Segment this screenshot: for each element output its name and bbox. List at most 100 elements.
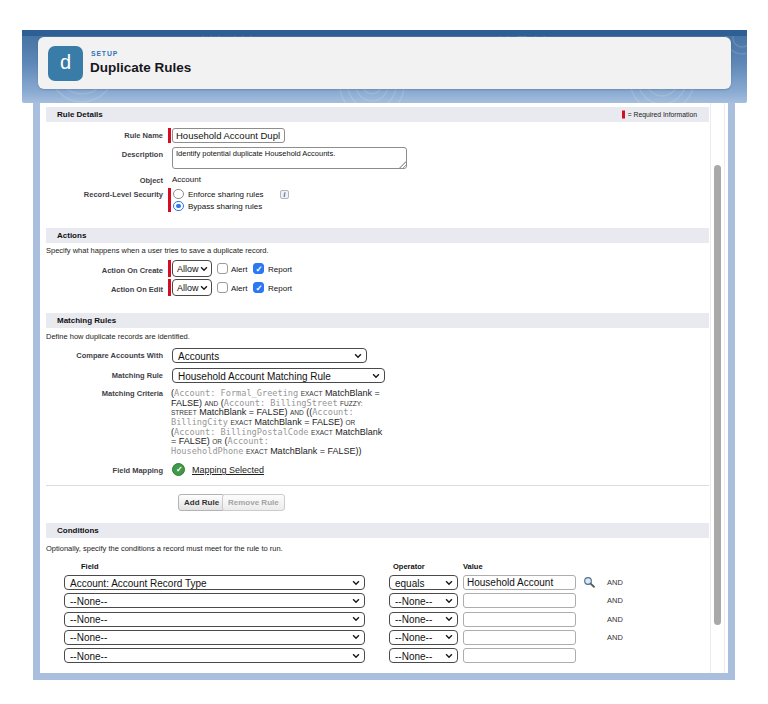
criteria-segment: MatchBlank [333,427,383,437]
rule-name-required-bar [168,128,171,143]
compare-accounts-with-select[interactable]: Accounts [172,348,367,363]
alert-on-create-checkbox[interactable] [217,263,228,274]
condition-row: --None-- --None-- AND [40,593,728,608]
action-on-edit-select[interactable]: Allow [172,279,212,296]
matching-rule-label: Matching Rule [46,371,163,380]
description-textarea[interactable]: Identify potential duplicate Household A… [172,147,407,169]
condition-operator-select[interactable]: --None-- [389,612,458,627]
chevron-down-icon [352,617,360,622]
alert-on-edit-checkbox[interactable] [217,282,228,293]
condition-field-value: Account: Account Record Type [70,577,207,588]
condition-row: --None-- --None-- [40,648,728,663]
condition-operator-select[interactable]: --None-- [389,593,458,608]
actions-description: Specify what happens when a user tries t… [46,246,269,255]
condition-field-select[interactable]: --None-- [64,630,365,645]
section-matching-rules-title: Matching Rules [57,316,116,325]
condition-field-select[interactable]: --None-- [64,648,365,663]
setup-banner: d SETUP Duplicate Rules [22,30,747,103]
required-legend: = Required Information [622,107,697,122]
chevron-down-icon [200,266,208,271]
info-icon[interactable]: i [280,190,289,199]
scrollbar-thumb[interactable] [714,165,721,625]
column-header-operator: Operator [393,562,425,571]
condition-field-value: --None-- [70,632,107,643]
condition-field-select[interactable]: Account: Account Record Type [64,575,365,590]
condition-value-input[interactable] [463,648,576,663]
criteria-segment: Account: [228,436,269,446]
action-on-create-label: Action On Create [46,266,163,275]
criteria-segment: EXACT [301,390,323,397]
condition-value-input[interactable] [463,630,576,645]
condition-field-value: --None-- [70,650,107,661]
condition-value-input[interactable] [463,612,576,627]
enforce-sharing-rules-radio[interactable] [173,189,184,200]
condition-row: --None-- --None-- AND [40,630,728,645]
condition-operator-value: equals [395,577,424,588]
chevron-down-icon [372,373,380,378]
condition-row: Account: Account Record Type equals AND [40,575,728,590]
criteria-segment: AND [290,409,304,416]
criteria-segment: MatchBlank = FALSE) [252,417,345,427]
matching-rule-select[interactable]: Household Account Matching Rule [172,368,385,383]
compare-accounts-with-label: Compare Accounts With [46,351,163,360]
field-mapping-label: Field Mapping [46,466,163,475]
criteria-segment: Account: BillingPostalCode [174,427,309,437]
app-icon-letter: d [60,51,71,73]
criteria-line: HouseholdPhone EXACT MatchBlank = FALSE)… [171,447,382,457]
rule-name-input[interactable] [172,128,285,143]
add-rule-button[interactable]: Add Rule [178,494,225,511]
divider [46,485,709,486]
mapping-selected-check-icon [172,463,185,476]
condition-field-select[interactable]: --None-- [64,593,365,608]
action-on-create-select[interactable]: Allow [172,260,212,277]
chevron-down-icon [354,353,362,358]
chevron-down-icon [445,653,453,658]
lookup-icon[interactable] [583,575,596,588]
chevron-down-icon [352,580,360,585]
criteria-segment: HouseholdPhone [171,446,243,456]
section-rule-details: Rule Details = Required Information [46,107,709,122]
section-rule-details-title: Rule Details [57,110,103,119]
section-matching-rules: Matching Rules [46,313,709,328]
criteria-segment: Account: Formal_Greeting [174,388,298,398]
content: Rule Details = Required Information Rule… [40,103,728,673]
bypass-sharing-rules-radio[interactable] [173,201,184,212]
object-value: Account [172,175,201,184]
condition-operator-select[interactable]: --None-- [389,648,458,663]
required-bar-icon [622,111,625,119]
matching-rules-description: Define how duplicate records are identif… [46,332,190,341]
mapping-selected-link[interactable]: Mapping Selected [192,465,264,475]
criteria-segment: EXACT [230,419,252,426]
section-actions-title: Actions [57,231,86,240]
remove-rule-button[interactable]: Remove Rule [222,494,285,511]
report-on-edit-checkbox[interactable] [253,282,264,293]
record-level-security-required-bar [168,188,171,212]
condition-value-input[interactable] [463,593,576,608]
rule-name-label: Rule Name [46,131,163,140]
chevron-down-icon [352,653,360,658]
page-title: Duplicate Rules [90,60,191,75]
condition-operator-select[interactable]: --None-- [389,630,458,645]
report-on-create-checkbox[interactable] [253,263,264,274]
section-actions: Actions [46,228,709,243]
condition-operator-select[interactable]: equals [389,575,458,590]
section-conditions: Conditions [46,523,709,538]
chevron-down-icon [445,635,453,640]
action-on-edit-label: Action On Edit [46,285,163,294]
condition-value-input[interactable] [463,575,576,590]
condition-connector: AND [607,596,623,605]
compare-accounts-with-value: Accounts [178,350,219,361]
duplicate-rules-app-icon: d [48,46,83,81]
scrollbar-track[interactable] [710,103,725,673]
criteria-segment: FUZZY: [340,400,362,407]
criteria-segment: = FALSE) [171,436,212,446]
record-level-security-label: Record-Level Security [46,190,163,199]
criteria-segment: EXACT [246,448,268,455]
action-on-edit-select-value: Allow [177,283,199,293]
condition-field-select[interactable]: --None-- [64,612,365,627]
object-label: Object [46,176,163,185]
chevron-down-icon [445,580,453,585]
conditions-description: Optionally, specify the conditions a rec… [46,544,283,553]
criteria-segment: EXACT [311,429,333,436]
condition-connector: AND [607,633,623,642]
